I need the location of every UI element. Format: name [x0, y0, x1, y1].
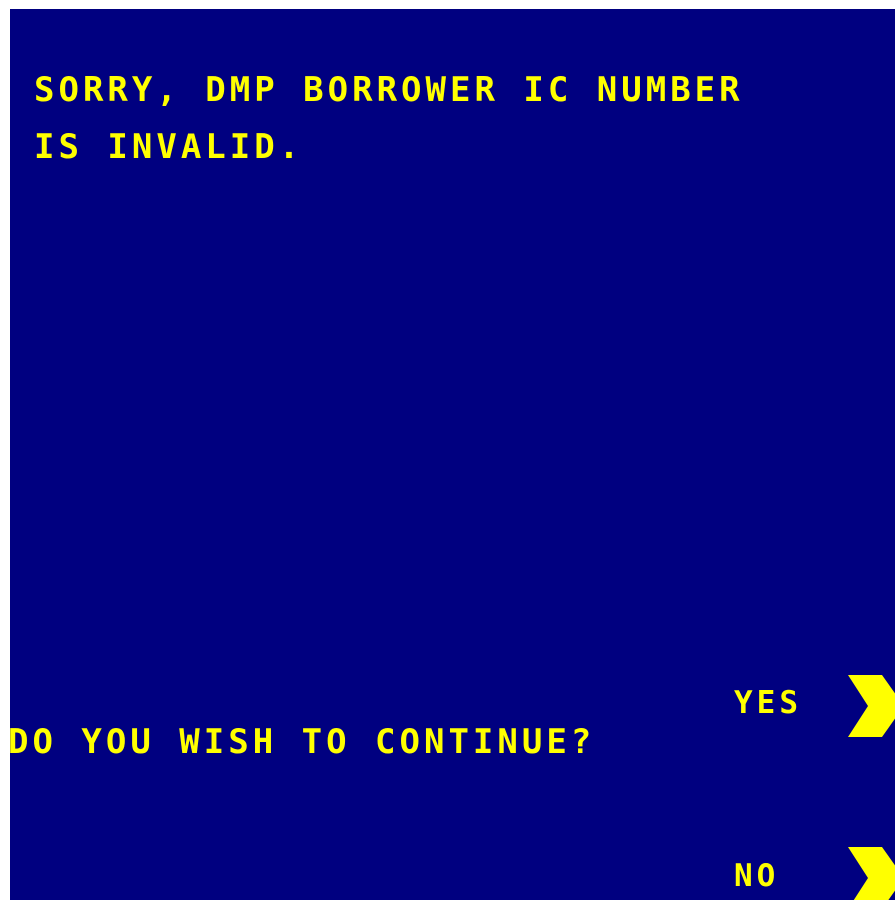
error-message-line-2: IS INVALID. — [34, 127, 304, 167]
no-label[interactable]: NO — [734, 861, 779, 892]
chevron-right-icon[interactable] — [844, 675, 895, 737]
error-message-line-1: SORRY, DMP BORROWER IC NUMBER — [34, 70, 744, 110]
chevron-right-icon[interactable] — [844, 847, 895, 900]
continue-prompt: DO YOU WISH TO CONTINUE? — [10, 722, 596, 762]
atm-screen: SORRY, DMP BORROWER IC NUMBER IS INVALID… — [10, 9, 895, 900]
yes-label[interactable]: YES — [734, 688, 802, 719]
